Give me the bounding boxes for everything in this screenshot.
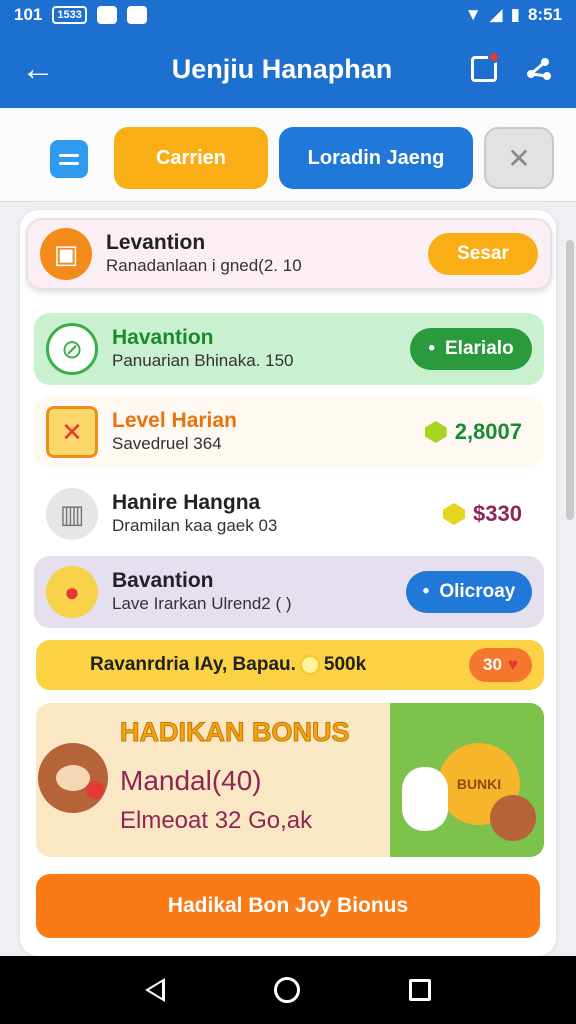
status-bar: 101 1533 ▼ ◢ ▮ 8:51 bbox=[0, 0, 576, 30]
row-subtitle: Dramilan kaa gaek 03 bbox=[112, 516, 278, 535]
wifi-icon: ▼ bbox=[464, 5, 482, 24]
coin-bar-text: Ravanrdria IAy, Bapau. bbox=[90, 654, 296, 675]
menu-button[interactable] bbox=[50, 140, 88, 178]
signal-icon: ◢ bbox=[489, 5, 503, 24]
row-subtitle: Lave Irarkan Ulrend2 ( ) bbox=[112, 594, 292, 613]
nav-recent-icon[interactable] bbox=[409, 979, 432, 1001]
row-subtitle: Panuarian Bhinaka. 150 bbox=[112, 351, 294, 370]
mascot-nose-icon bbox=[86, 781, 104, 799]
system-nav-bar bbox=[0, 956, 576, 1024]
camera-icon bbox=[96, 6, 117, 24]
gallery-icon bbox=[126, 6, 147, 24]
list-item[interactable]: ⊘ Havantion Panuarian Bhinaka. 150 • Elar… bbox=[34, 313, 544, 385]
heart-icon: ♥ bbox=[507, 655, 518, 674]
app-bar: ← Uenjiu Hanaphan bbox=[0, 30, 576, 108]
bear-image bbox=[490, 795, 536, 841]
row-reward: 2,8007 bbox=[424, 419, 522, 445]
crossed-box-icon: ✕ bbox=[46, 406, 98, 458]
dot-icon: • bbox=[428, 338, 435, 359]
page-title: Uenjiu Hanaphan bbox=[171, 53, 393, 84]
back-arrow-icon[interactable]: ← bbox=[0, 52, 76, 86]
reward-value: $330 bbox=[473, 501, 522, 526]
coin-stack-icon: ● bbox=[46, 566, 98, 618]
coin-bar: Ravanrdria IAy, Bapau. 500k 30 ♥ bbox=[36, 640, 544, 690]
trash-icon: ▥ bbox=[46, 488, 98, 540]
reward-value: 2,8007 bbox=[454, 419, 522, 444]
mascot-image bbox=[38, 743, 108, 813]
tab-carrien[interactable]: Carrien bbox=[114, 127, 268, 189]
row-reward: $330 bbox=[443, 501, 522, 527]
bonus-artwork: BUNKI bbox=[390, 703, 544, 857]
bonus-banner[interactable]: HADIKAN BONUS Mandal(40) Elmeoat 32 Go,a… bbox=[36, 703, 544, 857]
row-title: Havantion bbox=[112, 326, 214, 349]
list-item[interactable]: ▣ Levantion Ranadanlaan i gned(2. 10 Ses… bbox=[26, 218, 552, 290]
battery-icon: ▮ bbox=[510, 5, 520, 24]
gem-icon bbox=[424, 421, 447, 443]
badge-count: 30 bbox=[482, 655, 502, 674]
share-icon[interactable] bbox=[522, 53, 554, 85]
nav-home-icon[interactable] bbox=[273, 977, 300, 1003]
row-action-button[interactable]: Sesar bbox=[428, 233, 538, 275]
gem-icon bbox=[443, 503, 466, 525]
dot-icon: • bbox=[422, 581, 430, 602]
nav-back-icon[interactable] bbox=[144, 978, 165, 1002]
row-action-button[interactable]: • Olicroay bbox=[406, 571, 532, 613]
list-item[interactable]: ✕ Level Harian Savedruel 364 2,8007 bbox=[34, 396, 544, 468]
status-badge: 1533 bbox=[52, 6, 87, 24]
list-item[interactable]: ▥ Hanire Hangna Dramilan kaa gaek 03 $33… bbox=[34, 478, 544, 550]
row-title: Levantion bbox=[106, 231, 206, 254]
row-action-label: Olicroay bbox=[439, 581, 516, 602]
search-icon: ⊘ bbox=[46, 323, 98, 375]
status-time-right: 8:51 bbox=[527, 5, 562, 24]
bunny-image bbox=[402, 767, 448, 831]
bonus-line-1: Mandal(40) bbox=[120, 765, 262, 796]
status-time-left: 101 bbox=[14, 5, 43, 24]
claim-bonus-button[interactable]: Hadikal Bon Joy Bionus bbox=[36, 874, 540, 938]
scrollbar[interactable] bbox=[566, 240, 574, 520]
coin-icon bbox=[301, 657, 318, 673]
tab-close[interactable]: ✕ bbox=[484, 127, 554, 189]
row-action-label: Elarialo bbox=[445, 338, 514, 359]
row-title: Bavantion bbox=[112, 569, 214, 592]
bonus-line-2: Elmeoat 32 Go,ak bbox=[120, 807, 313, 834]
close-icon: ✕ bbox=[507, 142, 531, 174]
notification-button[interactable] bbox=[468, 51, 500, 85]
row-subtitle: Savedruel 364 bbox=[112, 434, 222, 453]
tab-loradin[interactable]: Loradin Jaeng bbox=[279, 127, 473, 189]
row-action-button[interactable]: • Elarialo bbox=[410, 328, 532, 370]
scroll-icon: ▣ bbox=[40, 228, 92, 280]
row-title: Hanire Hangna bbox=[112, 491, 261, 514]
list-item[interactable]: ● Bavantion Lave Irarkan Ulrend2 ( ) • Ol… bbox=[34, 556, 544, 628]
heart-badge[interactable]: 30 ♥ bbox=[468, 648, 532, 682]
bonus-title: HADIKAN BONUS bbox=[120, 717, 350, 748]
row-title: Level Harian bbox=[112, 409, 237, 432]
row-subtitle: Ranadanlaan i gned(2. 10 bbox=[106, 256, 302, 275]
coin-amount: 500k bbox=[323, 654, 367, 675]
notification-dot bbox=[488, 51, 500, 63]
